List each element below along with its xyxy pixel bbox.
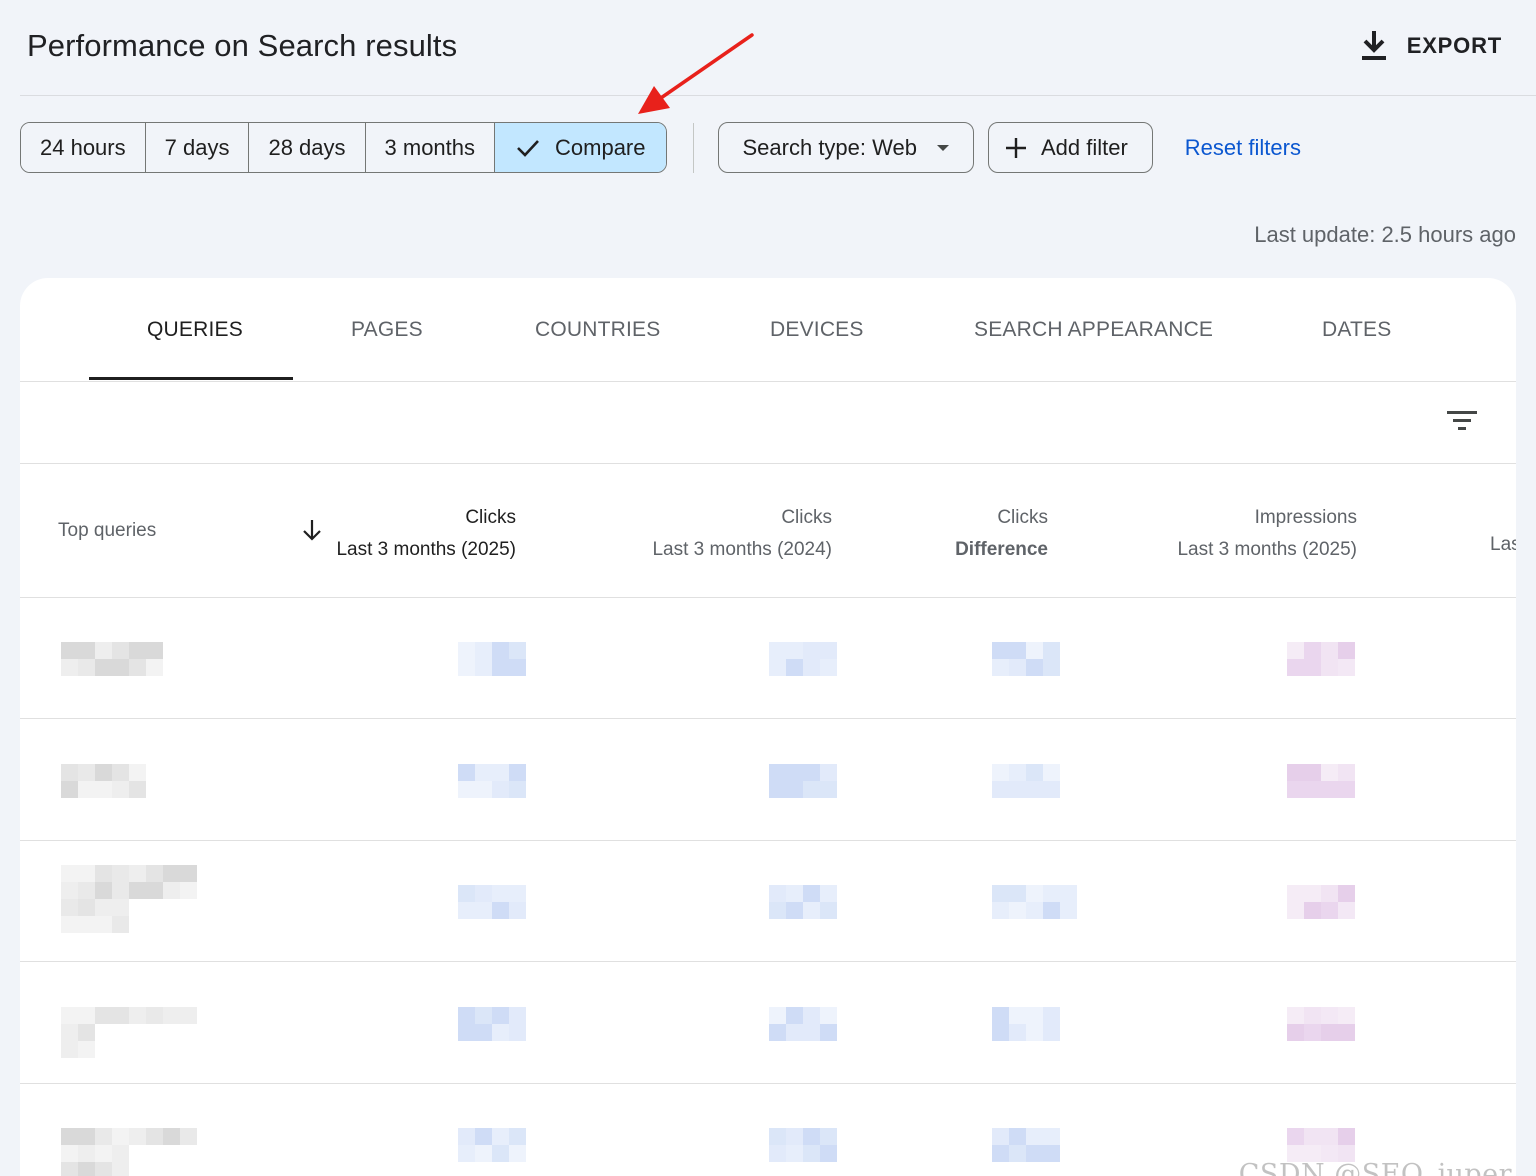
table-row[interactable] [20, 963, 1516, 1084]
table-row[interactable] [20, 841, 1516, 962]
column-header-line: Last 3 months (2025) [336, 539, 516, 560]
add-filter-button[interactable]: Add filter [987, 122, 1153, 173]
tab-queries[interactable]: QUERIES [147, 318, 243, 342]
date-range-28-days[interactable]: 28 days [249, 123, 366, 172]
search-type-dropdown[interactable]: Search type: Web [717, 122, 974, 173]
add-filter-label: Add filter [1040, 134, 1128, 160]
plus-icon [1005, 137, 1026, 158]
tab-search-appearance[interactable]: SEARCH APPEARANCE [974, 318, 1213, 342]
watermark: CSDN @SEO_juper [1238, 1159, 1512, 1176]
tab-pages[interactable]: PAGES [351, 318, 423, 342]
column-header-line: Clicks [465, 507, 516, 528]
table-row[interactable] [20, 720, 1516, 841]
table-header: Top queries Clicks Last 3 months (2025) … [20, 464, 1516, 598]
date-range-label: 24 hours [40, 134, 126, 160]
table-toolbar [20, 382, 1516, 464]
column-header-clicks-2024[interactable]: Clicks Last 3 months (2024) [652, 502, 832, 566]
divider [692, 122, 694, 173]
filter-rows-icon[interactable] [1446, 408, 1478, 434]
column-header-impressions-2025[interactable]: Impressions Last 3 months (2025) [1177, 502, 1357, 566]
column-header-top-queries[interactable]: Top queries [58, 520, 156, 542]
date-range-3-months[interactable]: 3 months [365, 123, 496, 172]
column-header-clicks-2025[interactable]: Clicks Last 3 months (2025) [336, 502, 516, 566]
compare-label: Compare [555, 134, 646, 160]
column-header-line: Clicks [781, 507, 832, 528]
export-button[interactable]: EXPORT [1359, 26, 1502, 66]
active-tab-indicator [89, 377, 293, 380]
dimension-tabs: QUERIES PAGES COUNTRIES DEVICES SEARCH A… [20, 278, 1516, 382]
page-title: Performance on Search results [27, 28, 458, 63]
date-range-label: 3 months [384, 134, 476, 160]
sort-arrow-down-icon[interactable] [301, 518, 323, 542]
column-header-line: Impressions [1254, 507, 1357, 528]
search-type-label: Search type: Web [742, 134, 917, 160]
column-header-clipped[interactable]: Las [1490, 534, 1516, 556]
table-row[interactable] [20, 598, 1516, 719]
compare-button[interactable]: Compare [495, 123, 666, 172]
page-header: Performance on Search results EXPORT [20, 0, 1536, 96]
tab-devices[interactable]: DEVICES [770, 318, 864, 342]
export-label: EXPORT [1406, 33, 1502, 58]
column-header-line: Last 3 months (2025) [1177, 539, 1357, 560]
performance-table-card: QUERIES PAGES COUNTRIES DEVICES SEARCH A… [20, 278, 1516, 1176]
date-range-label: 28 days [268, 134, 346, 160]
column-header-line: Clicks [997, 507, 1048, 528]
date-range-label: 7 days [164, 134, 230, 160]
column-header-line: Difference [955, 539, 1048, 560]
date-range-24-hours[interactable]: 24 hours [21, 123, 146, 172]
date-range-selector: 24 hours 7 days 28 days 3 months Compare [20, 122, 667, 173]
dropdown-arrow-icon [936, 144, 949, 151]
filter-bar: 24 hours 7 days 28 days 3 months Compare… [20, 122, 1301, 173]
date-range-7-days[interactable]: 7 days [145, 123, 250, 172]
tab-countries[interactable]: COUNTRIES [535, 318, 660, 342]
download-icon [1361, 31, 1386, 60]
column-header-line: Last 3 months (2024) [652, 539, 832, 560]
reset-filters-link[interactable]: Reset filters [1185, 135, 1301, 161]
column-header-clicks-difference[interactable]: Clicks Difference [955, 502, 1048, 566]
checkmark-icon [517, 139, 539, 157]
last-update-text: Last update: 2.5 hours ago [1254, 222, 1516, 247]
tab-dates[interactable]: DATES [1322, 318, 1391, 342]
